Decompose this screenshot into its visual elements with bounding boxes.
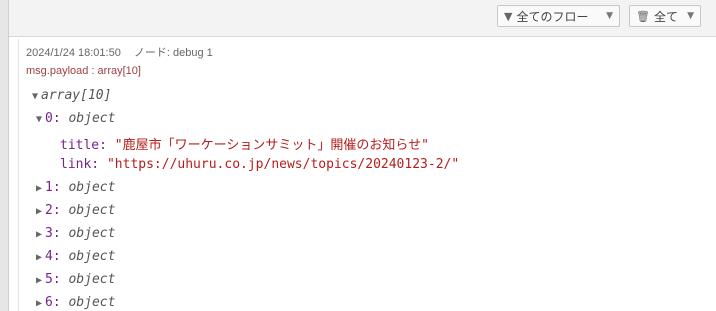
item-key: 4: <box>45 249 61 264</box>
property-key-title: title: <box>60 138 107 153</box>
array-item-row[interactable]: ▶ 4: object <box>36 249 115 264</box>
caret-down-icon: ▼ <box>32 91 39 102</box>
chevron-down-icon: ▼ <box>606 11 613 21</box>
array-item-row[interactable]: ▶ 3: object <box>36 226 115 241</box>
item-key: 5: <box>45 272 61 287</box>
left-panel-scrollbar[interactable] <box>0 0 9 311</box>
flow-filter-label: 全てのフロー <box>516 9 589 24</box>
filter-icon: ▼ <box>504 9 513 23</box>
message-indent-line <box>18 39 19 311</box>
chevron-down-icon: ▼ <box>687 11 694 21</box>
caret-right-icon: ▶ <box>36 206 43 217</box>
message-meta: 2024/1/24 18:01:50 ノード: debug 1 <box>26 44 213 60</box>
item-type: object <box>68 272 116 287</box>
item-key: 3: <box>45 226 61 241</box>
debug-message-list: 2024/1/24 18:01:50 ノード: debug 1 msg.payl… <box>9 37 716 311</box>
array-item-row[interactable]: ▶ 5: object <box>36 272 115 287</box>
item-key: 2: <box>45 203 61 218</box>
item-type: object <box>68 180 116 195</box>
caret-right-icon: ▶ <box>36 298 43 309</box>
item-key: 1: <box>45 180 61 195</box>
item-type: object <box>68 226 116 241</box>
property-row-link[interactable]: link: "https://uhuru.co.jp/news/topics/2… <box>60 157 459 172</box>
property-value-link: "https://uhuru.co.jp/news/topics/2024012… <box>106 157 460 172</box>
array-root-label: array[10] <box>41 88 112 103</box>
caret-right-icon: ▶ <box>36 252 43 263</box>
title-text: 鹿屋市「ワーケーションサミット」開催のお知らせ <box>122 138 422 153</box>
property-key-link: link: <box>60 157 100 172</box>
caret-down-icon: ▼ <box>36 114 43 125</box>
array-item-row[interactable]: ▶ 2: object <box>36 203 115 218</box>
array-item-row[interactable]: ▶ 1: object <box>36 180 115 195</box>
item-type: object <box>68 295 116 310</box>
property-row-title[interactable]: title: "鹿屋市「ワーケーションサミット」開催のお知らせ" <box>60 134 429 153</box>
item-key: 0: <box>45 111 61 126</box>
clear-messages-dropdown[interactable]: 🗑 全て ▼ <box>629 5 701 27</box>
caret-right-icon: ▶ <box>36 229 43 240</box>
message-timestamp: 2024/1/24 18:01:50 <box>26 47 121 59</box>
array-root-row[interactable]: ▼ array[10] <box>32 88 111 103</box>
item-type: object <box>68 111 116 126</box>
quote-close: " <box>421 138 429 153</box>
message-topic: msg.payload : array[10] <box>26 65 141 77</box>
message-node-link[interactable]: ノード: debug 1 <box>134 47 213 59</box>
array-item-row[interactable]: ▶ 6: object <box>36 295 115 310</box>
item-type: object <box>68 249 116 264</box>
item-type: object <box>68 203 116 218</box>
debug-toolbar: ▼ 全てのフロー ▼ 🗑 全て ▼ <box>9 0 716 37</box>
property-value-title: "鹿屋市「ワーケーションサミット」開催のお知らせ" <box>115 138 429 153</box>
clear-label: 全て <box>653 9 678 24</box>
flow-filter-dropdown[interactable]: ▼ 全てのフロー ▼ <box>497 5 620 27</box>
quote-open: " <box>114 138 123 153</box>
array-item-row-0[interactable]: ▼ 0: object <box>36 111 115 126</box>
caret-right-icon: ▶ <box>36 275 43 286</box>
trash-icon: 🗑 <box>636 9 650 23</box>
item-key: 6: <box>45 295 61 310</box>
caret-right-icon: ▶ <box>36 183 43 194</box>
